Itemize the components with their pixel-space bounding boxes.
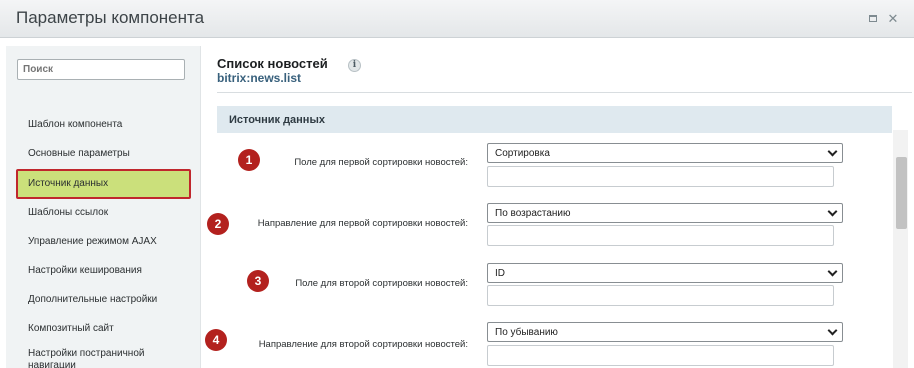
sort-field-1-extra-input[interactable] [487, 166, 834, 187]
component-title: Список новостей [217, 56, 328, 71]
info-icon[interactable]: i [348, 59, 361, 72]
field-label: Поле для первой сортировки новостей: [294, 157, 468, 168]
chevron-down-icon [827, 146, 838, 157]
sidebar-item-caching[interactable]: Настройки кеширования [28, 265, 142, 277]
sidebar-item-composite[interactable]: Композитный сайт [28, 323, 114, 335]
component-code: bitrix:news.list [217, 71, 302, 85]
sidebar-item-link-templates[interactable]: Шаблоны ссылок [28, 207, 108, 219]
scrollbar-thumb[interactable] [896, 157, 907, 229]
section-header: Источник данных [217, 106, 892, 133]
search-input[interactable] [17, 59, 185, 80]
main-panel: Список новостей i bitrix:news.list Источ… [205, 46, 914, 368]
sidebar-item-template[interactable]: Шаблон компонента [28, 119, 122, 131]
select-value: Сортировка [495, 148, 550, 159]
sort-order-2-extra-input[interactable] [487, 345, 834, 366]
chevron-down-icon [827, 266, 838, 277]
sort-field-2-extra-input[interactable] [487, 285, 834, 306]
field-label: Направление для второй сортировки новост… [258, 339, 468, 350]
sort-order-2-select[interactable]: По убыванию [487, 322, 843, 342]
chevron-down-icon [827, 206, 838, 217]
select-value: ID [495, 268, 505, 279]
sort-order-1-select[interactable]: По возрастанию [487, 203, 843, 223]
sidebar-item-additional[interactable]: Дополнительные настройки [28, 294, 157, 306]
window-titlebar: Параметры компонента ✕ [0, 0, 914, 38]
step-badge: 3 [247, 270, 269, 292]
sort-order-1-extra-input[interactable] [487, 225, 834, 246]
close-icon[interactable]: ✕ [886, 12, 900, 26]
sidebar-item-main-params[interactable]: Основные параметры [28, 148, 130, 160]
sidebar: Шаблон компонента Основные параметры Ист… [6, 46, 201, 368]
sidebar-item-data-source[interactable]: Источник данных [16, 169, 191, 199]
sort-field-1-select[interactable]: Сортировка [487, 143, 843, 163]
step-badge: 4 [205, 329, 227, 351]
select-value: По убыванию [495, 327, 558, 338]
sidebar-item-pagination[interactable]: Настройки постраничной навигации [28, 348, 178, 368]
sidebar-item-ajax[interactable]: Управление режимом AJAX [28, 236, 157, 248]
step-badge: 1 [238, 149, 260, 171]
divider [217, 92, 912, 93]
chevron-down-icon [827, 325, 838, 336]
sort-field-2-select[interactable]: ID [487, 263, 843, 283]
field-label: Направление для первой сортировки новост… [257, 218, 468, 229]
field-label: Поле для второй сортировки новостей: [295, 278, 468, 289]
section-title: Источник данных [229, 114, 325, 126]
step-badge: 2 [207, 213, 229, 235]
select-value: По возрастанию [495, 208, 571, 219]
window-title: Параметры компонента [16, 8, 205, 27]
maximize-icon[interactable] [866, 12, 880, 26]
